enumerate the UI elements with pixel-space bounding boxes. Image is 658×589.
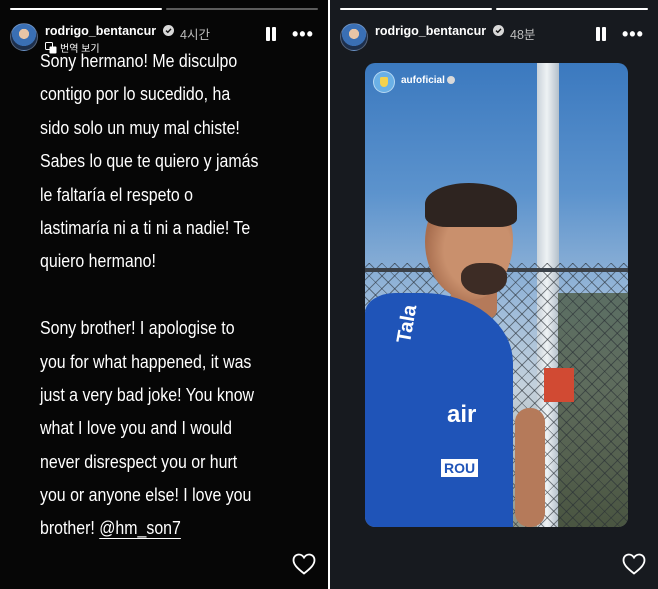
progress-segment bbox=[166, 8, 318, 10]
progress-segment bbox=[496, 8, 648, 10]
message-line: Sony brother! I apologise to bbox=[40, 317, 235, 339]
more-icon[interactable]: ••• bbox=[622, 25, 644, 43]
player-shirt bbox=[365, 293, 513, 527]
username[interactable]: rodrigo_bentancur bbox=[375, 24, 486, 38]
message-line: quiero hermano! bbox=[40, 250, 156, 272]
avatar[interactable] bbox=[340, 23, 368, 51]
heart-icon[interactable] bbox=[622, 553, 646, 575]
progress-fill bbox=[10, 8, 162, 10]
progress-fill bbox=[496, 8, 648, 10]
verified-badge-icon bbox=[447, 76, 455, 84]
story-header: rodrigo_bentancur 48분 ••• bbox=[340, 21, 648, 55]
message-line: sido solo un muy mal chiste! bbox=[40, 116, 240, 138]
story-right[interactable]: rodrigo_bentancur 48분 ••• Tala air ROU a… bbox=[330, 0, 658, 589]
message-line: never disrespect you or hurt bbox=[40, 450, 238, 472]
shirt-sponsor-text: ROU bbox=[441, 459, 479, 477]
timestamp: 48분 bbox=[510, 28, 536, 42]
message-line: what I love you and I would bbox=[40, 417, 232, 439]
mention-link[interactable]: @hm_son7 bbox=[99, 517, 181, 538]
shared-post-card[interactable]: Tala air ROU aufoficial bbox=[365, 63, 628, 527]
timestamp: 4시간 bbox=[180, 28, 210, 42]
player-hair bbox=[425, 183, 517, 227]
post-username[interactable]: aufoficial bbox=[401, 75, 445, 86]
message-line: brother! @hm_son7 bbox=[40, 511, 285, 544]
message-line: contigo por lo sucedido, ha bbox=[40, 83, 231, 105]
verified-badge-icon bbox=[163, 25, 174, 36]
pause-icon[interactable] bbox=[594, 26, 608, 42]
message-line: Sabes lo que te quiero y jamás bbox=[40, 150, 259, 172]
message-line: lastimaría ni a ti ni a nadie! Te bbox=[40, 216, 251, 238]
progress-segment bbox=[340, 8, 492, 10]
message-line: you for what happened, it was bbox=[40, 350, 252, 372]
post-avatar[interactable] bbox=[373, 71, 395, 93]
message-line: you or anyone else! I love you bbox=[40, 484, 252, 506]
username[interactable]: rodrigo_bentancur bbox=[45, 24, 156, 38]
avatar[interactable] bbox=[10, 23, 38, 51]
message-line: le faltaría el respeto o bbox=[40, 183, 194, 205]
verified-badge-icon bbox=[493, 25, 504, 36]
story-message: Sony hermano! Me disculpo contigo por lo … bbox=[40, 44, 285, 545]
heart-icon[interactable] bbox=[292, 553, 316, 575]
shirt-sponsor-text: air bbox=[447, 401, 477, 428]
progress-bars bbox=[10, 8, 318, 10]
background-sign bbox=[544, 368, 574, 402]
progress-bars bbox=[340, 8, 648, 10]
message-line: Sony hermano! Me disculpo bbox=[40, 50, 238, 71]
message-text: brother! bbox=[40, 517, 100, 539]
player-beard bbox=[461, 263, 507, 295]
message-line bbox=[40, 278, 285, 311]
pause-icon[interactable] bbox=[264, 26, 278, 42]
more-icon[interactable]: ••• bbox=[292, 25, 314, 43]
player-arm bbox=[515, 408, 545, 527]
message-line: just a very bad joke! You know bbox=[40, 383, 255, 405]
story-left[interactable]: rodrigo_bentancur 4시간 번역 보기 ••• Sony her… bbox=[0, 0, 328, 589]
progress-segment bbox=[10, 8, 162, 10]
progress-fill bbox=[340, 8, 492, 10]
